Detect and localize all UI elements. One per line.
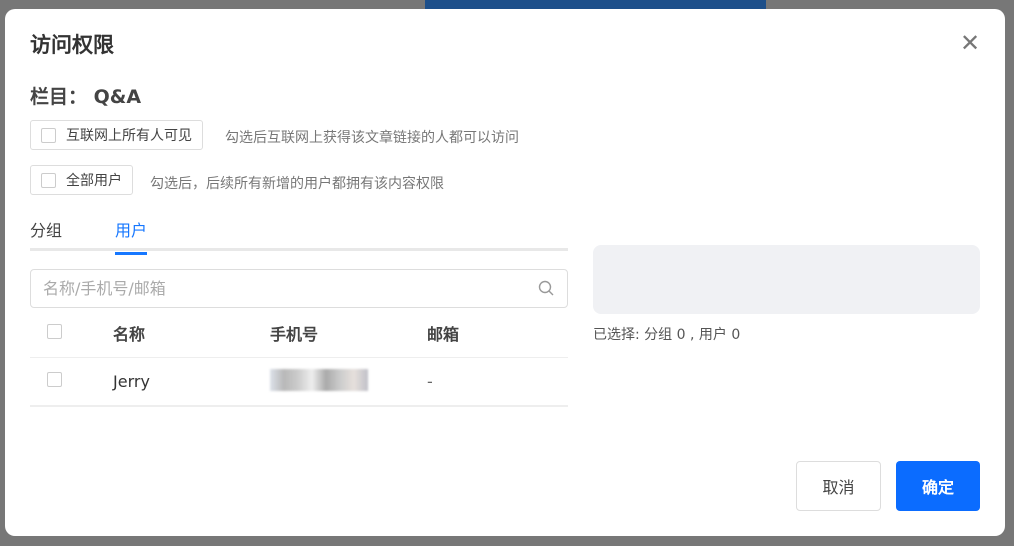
- selected-count: 已选择: 分组 0 , 用户 0: [593, 327, 741, 343]
- table-header: 名称 手机号 邮箱: [30, 309, 568, 358]
- search-input[interactable]: [43, 279, 538, 298]
- public-visible-hint: 勾选后互联网上获得该文章链接的人都可以访问: [225, 130, 519, 146]
- header-name: 名称: [113, 325, 146, 344]
- select-all-checkbox[interactable]: [47, 323, 62, 339]
- cell-name: Jerry: [113, 372, 150, 391]
- all-users-checkbox[interactable]: 全部用户: [30, 165, 133, 195]
- users-table: 名称 手机号 邮箱 Jerry -: [30, 309, 568, 407]
- checkbox-label: 互联网上所有人可见: [66, 128, 192, 144]
- search-field[interactable]: [30, 269, 568, 308]
- close-icon[interactable]: ✕: [960, 29, 980, 57]
- selected-items-box: [593, 245, 980, 314]
- section-label: 栏目： Q&A: [30, 86, 142, 108]
- all-users-hint: 勾选后，后续所有新增的用户都拥有该内容权限: [150, 176, 444, 192]
- watermark-logo: ᑕ∞ 大数跨境: [8, 516, 122, 538]
- checkbox-icon[interactable]: [41, 172, 56, 188]
- header-phone: 手机号: [270, 325, 319, 344]
- cell-email: -: [427, 372, 433, 391]
- header-email: 邮箱: [427, 325, 460, 344]
- tab-bar: 分组 用户: [30, 213, 568, 255]
- confirm-button[interactable]: 确定: [896, 461, 980, 511]
- row-checkbox[interactable]: [47, 372, 62, 387]
- table-row[interactable]: Jerry -: [30, 358, 568, 407]
- access-permission-dialog: 访问权限 ✕ 栏目： Q&A 互联网上所有人可见 勾选后互联网上获得该文章链接的…: [5, 9, 1005, 536]
- checkbox-label: 全部用户: [66, 173, 122, 189]
- cancel-button[interactable]: 取消: [796, 461, 881, 511]
- tab-groups[interactable]: 分组: [30, 217, 62, 241]
- public-visible-checkbox[interactable]: 互联网上所有人可见: [30, 120, 203, 150]
- dialog-title: 访问权限: [30, 33, 114, 57]
- search-icon[interactable]: [538, 280, 555, 297]
- background-banner: [425, 0, 766, 9]
- checkbox-icon[interactable]: [41, 127, 56, 143]
- redacted-phone: [270, 368, 368, 391]
- tab-users[interactable]: 用户: [115, 217, 148, 255]
